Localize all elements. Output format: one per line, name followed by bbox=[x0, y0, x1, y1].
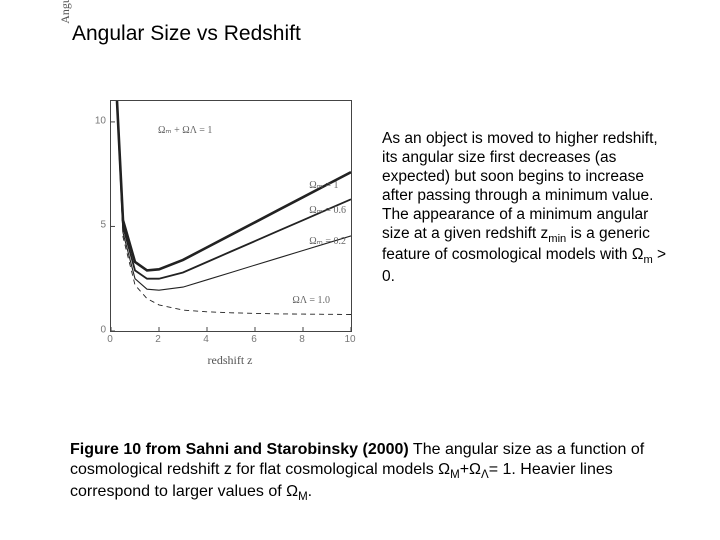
cap-span: +Ω bbox=[460, 461, 481, 478]
body-sub: m bbox=[643, 254, 652, 266]
curve-label: Ωₘ = 0.2 bbox=[309, 236, 346, 247]
cap-sub: Λ bbox=[481, 469, 489, 481]
x-tick: 10 bbox=[344, 334, 355, 345]
cap-span: . bbox=[308, 483, 312, 500]
figure-caption: Figure 10 from Sahni and Starobinsky (20… bbox=[70, 440, 660, 504]
y-tick: 0 bbox=[92, 325, 106, 336]
curve-label: Ωₘ = 1 bbox=[309, 180, 338, 191]
curve-Ωₘ=0.2 bbox=[117, 101, 351, 290]
y-tick: 5 bbox=[92, 220, 106, 231]
cap-sub: M bbox=[450, 469, 460, 481]
caption-source: Figure 10 from Sahni and Starobinsky (20… bbox=[70, 441, 409, 458]
y-tick: 10 bbox=[92, 115, 106, 126]
description-text: As an object is moved to higher redshift… bbox=[382, 130, 674, 287]
x-tick: 0 bbox=[107, 334, 113, 345]
curve-label: ΩΛ = 1.0 bbox=[292, 295, 330, 306]
flat-condition-label: Ωₘ + ΩΛ = 1 bbox=[158, 125, 212, 136]
x-tick: 6 bbox=[251, 334, 257, 345]
cap-sub: M bbox=[298, 491, 308, 503]
page-title: Angular Size vs Redshift bbox=[72, 22, 301, 46]
y-axis-label: Angular size Δθ bbox=[58, 0, 73, 100]
chart: Angular size Δθ redshift z 02468100510 Ω… bbox=[60, 90, 360, 370]
x-tick: 2 bbox=[155, 334, 161, 345]
curve-label: Ωₘ = 0.6 bbox=[309, 205, 346, 216]
x-tick: 8 bbox=[299, 334, 305, 345]
x-tick: 4 bbox=[203, 334, 209, 345]
body-sub: min bbox=[548, 233, 566, 245]
x-axis-label: redshift z bbox=[110, 353, 350, 368]
